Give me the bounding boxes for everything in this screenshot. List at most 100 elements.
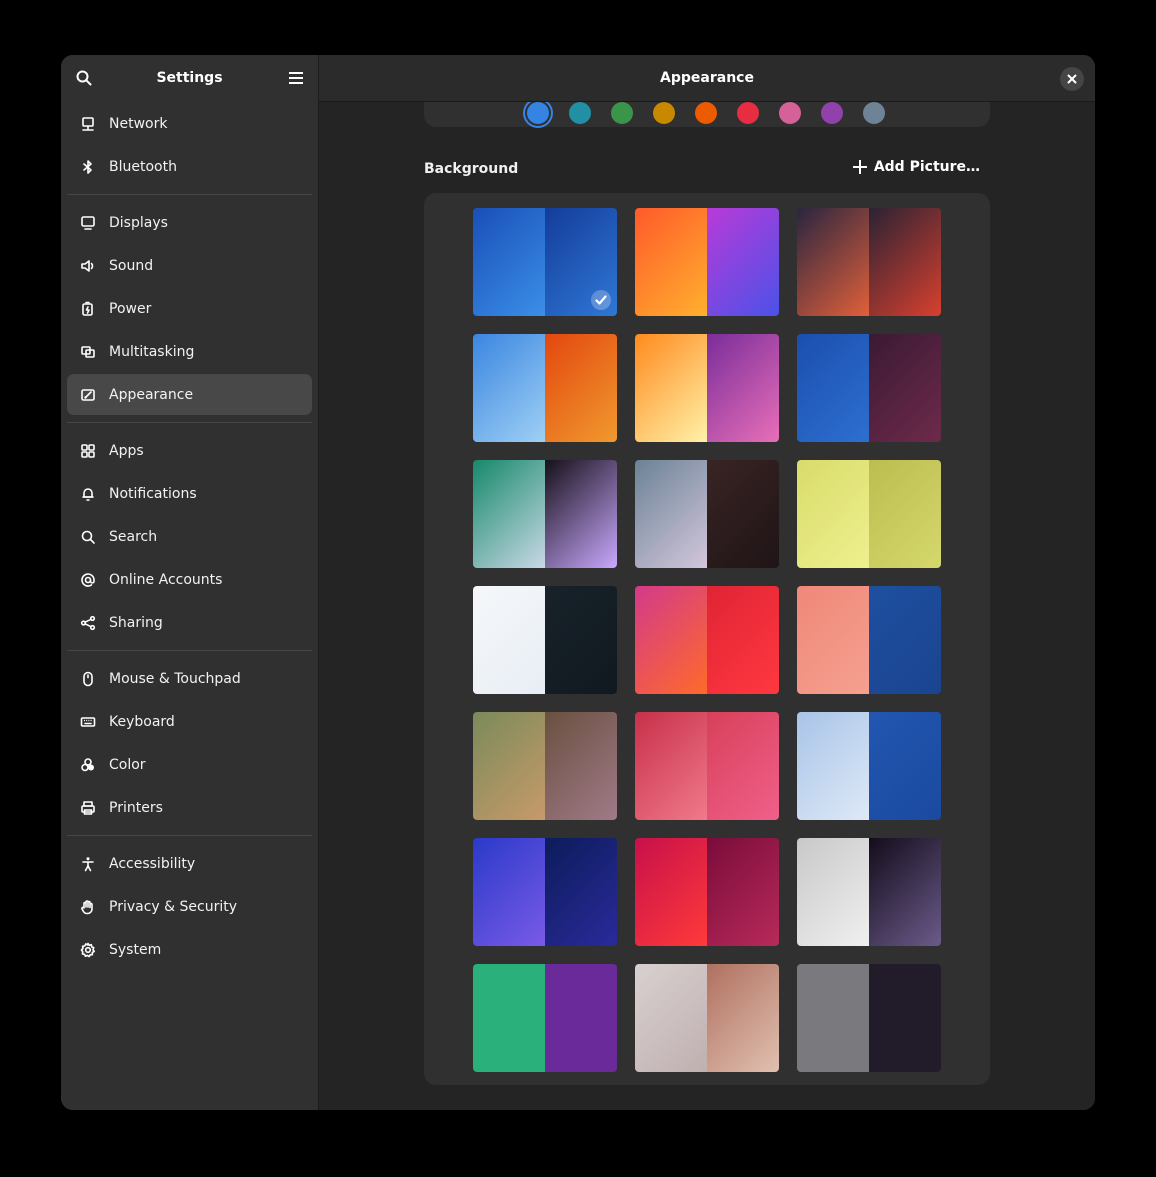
sidebar-item-accessibility[interactable]: Accessibility: [67, 843, 312, 884]
wallpaper-dark-variant: [707, 586, 779, 694]
sidebar-item-online-accounts[interactable]: Online Accounts: [67, 559, 312, 600]
sidebar-item-mouse-touchpad[interactable]: Mouse & Touchpad: [67, 658, 312, 699]
close-button[interactable]: [1060, 67, 1084, 91]
sidebar-item-label: Keyboard: [109, 713, 175, 730]
wallpaper-thumbnail[interactable]: [473, 334, 617, 442]
accent-color-swatch[interactable]: [611, 102, 633, 124]
multitasking-icon: [79, 343, 97, 361]
gear-icon: [79, 941, 97, 959]
wallpaper-thumbnail[interactable]: [797, 586, 941, 694]
sidebar-item-system[interactable]: System: [67, 929, 312, 970]
wallpaper-thumbnail[interactable]: [797, 964, 941, 1072]
wallpaper-dark-variant: [869, 460, 941, 568]
battery-icon: [79, 300, 97, 318]
sidebar-item-label: Sharing: [109, 614, 163, 631]
sidebar-item-bluetooth[interactable]: Bluetooth: [67, 146, 312, 187]
bluetooth-icon: [79, 158, 97, 176]
accent-color-card: [424, 101, 990, 127]
accent-color-swatch[interactable]: [569, 102, 591, 124]
sidebar-item-color[interactable]: Color: [67, 744, 312, 785]
accent-color-swatch[interactable]: [779, 102, 801, 124]
search-icon[interactable]: [74, 68, 94, 88]
sidebar-item-notifications[interactable]: Notifications: [67, 473, 312, 514]
sidebar-item-network[interactable]: Network: [67, 103, 312, 144]
sidebar-item-label: System: [109, 941, 162, 958]
sidebar-item-displays[interactable]: Displays: [67, 202, 312, 243]
sidebar-item-appearance[interactable]: Appearance: [67, 374, 312, 415]
accent-color-swatch[interactable]: [653, 102, 675, 124]
sidebar-item-label: Accessibility: [109, 855, 196, 872]
speaker-icon: [79, 257, 97, 275]
sidebar-item-keyboard[interactable]: Keyboard: [67, 701, 312, 742]
sidebar-item-label: Notifications: [109, 485, 197, 502]
keyboard-icon: [79, 713, 97, 731]
content-header: Appearance: [319, 55, 1095, 102]
accent-color-swatch[interactable]: [863, 102, 885, 124]
mouse-icon: [79, 670, 97, 688]
wallpaper-thumbnail[interactable]: [635, 964, 779, 1072]
sidebar-item-label: Online Accounts: [109, 571, 223, 588]
wallpaper-thumbnail[interactable]: [473, 586, 617, 694]
page-title: Appearance: [660, 70, 754, 86]
add-picture-button[interactable]: Add Picture…: [852, 159, 980, 175]
background-grid: [424, 193, 990, 1085]
wallpaper-light-variant: [635, 964, 707, 1072]
wallpaper-thumbnail[interactable]: [635, 334, 779, 442]
wallpaper-dark-variant: [707, 208, 779, 316]
wallpaper-thumbnail[interactable]: [635, 838, 779, 946]
wallpaper-thumbnail[interactable]: [473, 208, 617, 316]
wallpaper-light-variant: [797, 712, 869, 820]
wallpaper-thumbnail[interactable]: [473, 964, 617, 1072]
wallpaper-light-variant: [797, 586, 869, 694]
sidebar-item-privacy-security[interactable]: Privacy & Security: [67, 886, 312, 927]
wallpaper-thumbnail[interactable]: [797, 838, 941, 946]
sidebar-item-label: Apps: [109, 442, 144, 459]
wallpaper-thumbnail[interactable]: [473, 838, 617, 946]
wallpaper-light-variant: [473, 208, 545, 316]
wallpaper-dark-variant: [869, 586, 941, 694]
wallpaper-thumbnail[interactable]: [635, 586, 779, 694]
sidebar-nav: Network Bluetooth Displays Sound Power Multit…: [61, 103, 318, 970]
wallpaper-light-variant: [635, 460, 707, 568]
network-icon: [79, 115, 97, 133]
wallpaper-dark-variant: [707, 460, 779, 568]
plus-icon: [852, 160, 867, 174]
accessibility-icon: [79, 855, 97, 873]
sidebar-item-label: Power: [109, 300, 152, 317]
accent-color-swatch[interactable]: [737, 102, 759, 124]
sidebar-item-label: Network: [109, 115, 168, 132]
sidebar-item-label: Color: [109, 756, 146, 773]
sidebar-item-sharing[interactable]: Sharing: [67, 602, 312, 643]
bell-icon: [79, 485, 97, 503]
wallpaper-thumbnail[interactable]: [797, 712, 941, 820]
sidebar-item-multitasking[interactable]: Multitasking: [67, 331, 312, 372]
wallpaper-thumbnail[interactable]: [797, 334, 941, 442]
wallpaper-light-variant: [473, 712, 545, 820]
accent-color-swatch[interactable]: [821, 102, 843, 124]
accent-color-swatch[interactable]: [527, 102, 549, 124]
sidebar-item-apps[interactable]: Apps: [67, 430, 312, 471]
scroll-area[interactable]: Background Add Picture…: [319, 101, 1095, 1110]
wallpaper-thumbnail[interactable]: [635, 712, 779, 820]
settings-window: Settings Network Bluetooth Displays Sound Po…: [61, 55, 1095, 1110]
sidebar-item-search[interactable]: Search: [67, 516, 312, 557]
wallpaper-light-variant: [473, 838, 545, 946]
sidebar-item-label: Appearance: [109, 386, 194, 403]
sidebar-title: Settings: [156, 70, 223, 86]
wallpaper-thumbnail[interactable]: [797, 208, 941, 316]
wallpaper-dark-variant: [545, 460, 617, 568]
wallpaper-thumbnail[interactable]: [635, 208, 779, 316]
wallpaper-dark-variant: [545, 838, 617, 946]
wallpaper-thumbnail[interactable]: [473, 460, 617, 568]
add-picture-label: Add Picture…: [873, 159, 980, 175]
sidebar-item-power[interactable]: Power: [67, 288, 312, 329]
wallpaper-thumbnail[interactable]: [635, 460, 779, 568]
hamburger-menu-icon[interactable]: [286, 68, 306, 88]
sidebar-separator: [67, 422, 312, 423]
sidebar-item-printers[interactable]: Printers: [67, 787, 312, 828]
wallpaper-thumbnail[interactable]: [797, 460, 941, 568]
accent-color-swatch[interactable]: [695, 102, 717, 124]
sidebar-item-sound[interactable]: Sound: [67, 245, 312, 286]
wallpaper-light-variant: [797, 838, 869, 946]
wallpaper-thumbnail[interactable]: [473, 712, 617, 820]
